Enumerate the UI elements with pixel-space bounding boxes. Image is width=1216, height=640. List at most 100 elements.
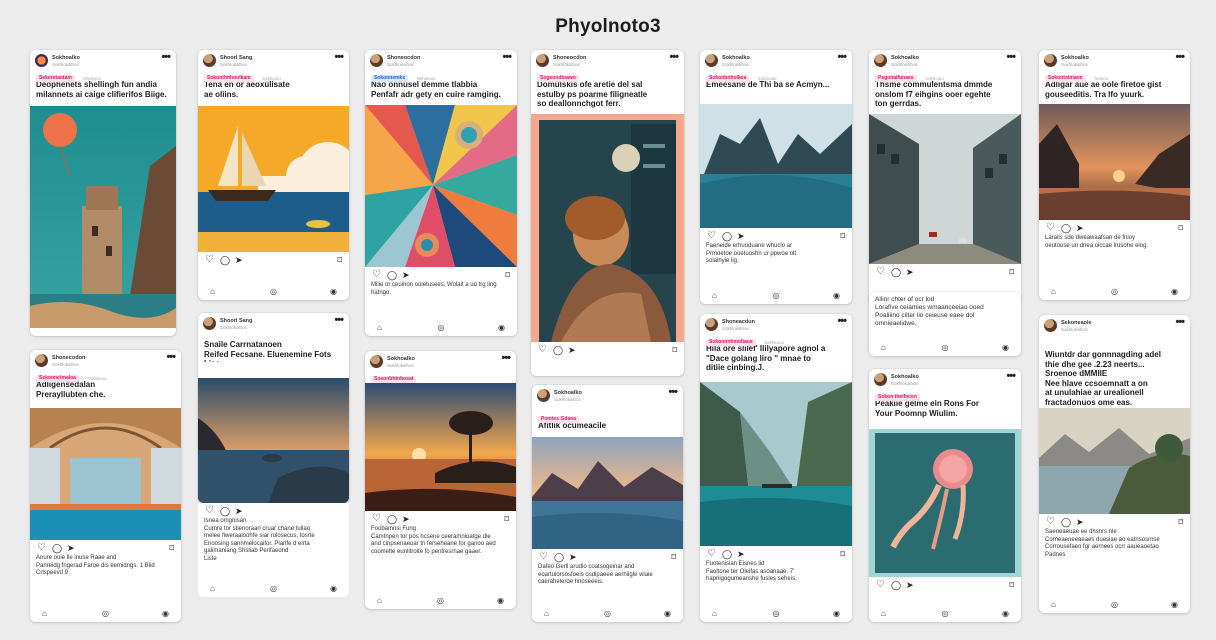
compass-icon[interactable]: ◎ — [942, 342, 949, 354]
home-icon[interactable]: ⌂ — [544, 608, 549, 620]
bookmark-icon[interactable]: ⌑ — [1009, 267, 1014, 277]
compass-icon[interactable]: ◎ — [270, 286, 277, 298]
post-card[interactable]: Shoorl Sang Sokhlokalhos ••• Sokonthnhoo… — [198, 50, 349, 300]
profile-icon[interactable]: ◉ — [833, 608, 840, 620]
comment-icon[interactable]: ◯ — [387, 514, 397, 524]
heart-icon[interactable]: ♡ — [1046, 517, 1055, 527]
comment-icon[interactable]: ◯ — [554, 552, 564, 562]
post-card[interactable]: Sokhoalko Sokhlokalhos ••• Sokonbnholkea… — [700, 50, 852, 304]
home-icon[interactable]: ⌂ — [377, 595, 382, 607]
profile-icon[interactable]: ◉ — [330, 286, 337, 298]
more-horiz-icon[interactable]: ••• — [1175, 52, 1185, 63]
compass-icon[interactable]: ◎ — [773, 608, 780, 620]
post-image[interactable] — [700, 382, 852, 546]
avatar[interactable] — [705, 318, 718, 331]
heart-icon[interactable]: ♡ — [1046, 223, 1055, 233]
heart-icon[interactable]: ♡ — [876, 267, 885, 277]
post-image[interactable] — [30, 106, 176, 328]
username[interactable]: Shoneocdon — [387, 55, 420, 61]
comment-icon[interactable]: ◯ — [722, 549, 732, 559]
compass-icon[interactable]: ◎ — [438, 322, 445, 334]
bookmark-icon[interactable]: ⌑ — [505, 270, 510, 280]
profile-icon[interactable]: ◉ — [498, 322, 505, 334]
post-card[interactable]: Sokhoalko Sokhlokalhos ••• Pomtes Gdana … — [532, 385, 683, 622]
avatar[interactable] — [705, 54, 718, 67]
send-icon[interactable]: ➤ — [569, 552, 577, 562]
post-image[interactable] — [700, 104, 852, 228]
bookmark-icon[interactable]: ⌑ — [1009, 580, 1014, 590]
compass-icon[interactable]: ◎ — [102, 608, 109, 620]
bookmark-icon[interactable]: ⌑ — [337, 255, 342, 265]
avatar[interactable] — [203, 317, 216, 330]
avatar[interactable] — [536, 54, 549, 67]
more-horiz-icon[interactable]: ••• — [668, 387, 678, 398]
more-horiz-icon[interactable]: ••• — [1175, 317, 1185, 328]
username[interactable]: Sokhoalko — [1061, 55, 1089, 61]
profile-icon[interactable]: ◉ — [1002, 608, 1009, 620]
bookmark-icon[interactable]: ⌑ — [504, 514, 509, 524]
username[interactable]: Sokhoalko — [387, 356, 415, 362]
avatar[interactable] — [35, 54, 48, 67]
more-horiz-icon[interactable]: ••• — [502, 52, 512, 63]
comment-icon[interactable]: ◯ — [387, 270, 397, 280]
comment-icon[interactable]: ◯ — [220, 506, 230, 516]
compass-icon[interactable]: ◎ — [437, 595, 444, 607]
home-icon[interactable]: ⌂ — [712, 608, 717, 620]
profile-icon[interactable]: ◉ — [162, 608, 169, 620]
send-icon[interactable]: ➤ — [235, 506, 243, 516]
more-horiz-icon[interactable]: ••• — [334, 315, 344, 326]
post-card[interactable]: Sekoneaole Sokhlokalhos ••• Wiuntdr dar … — [1039, 315, 1190, 613]
post-card[interactable]: Shoneacdun Sokhlokalhos ••• Sokonnnhmolt… — [700, 314, 852, 622]
more-horiz-icon[interactable]: ••• — [334, 52, 344, 63]
more-horiz-icon[interactable]: ••• — [837, 52, 847, 63]
post-tag[interactable]: Sokonbnholkea — [706, 75, 750, 83]
post-tag[interactable]: Sokonthnhoolkam — [204, 75, 254, 83]
comment-icon[interactable]: ◯ — [891, 580, 901, 590]
post-image[interactable] — [1039, 408, 1190, 514]
bookmark-icon[interactable]: ⌑ — [840, 549, 845, 559]
post-card[interactable]: Sokhoalko Sokhlokalhos ••• Sekeretantam … — [30, 50, 176, 336]
home-icon[interactable]: ⌂ — [377, 322, 382, 334]
heart-icon[interactable]: ♡ — [538, 345, 547, 355]
home-icon[interactable]: ⌂ — [1051, 286, 1056, 298]
comment-icon[interactable]: ◯ — [52, 543, 62, 553]
heart-icon[interactable]: ♡ — [876, 580, 885, 590]
home-icon[interactable]: ⌂ — [1051, 599, 1056, 611]
post-tag[interactable]: Sogeondtnawo — [537, 75, 579, 83]
post-card[interactable]: Sokhoalko Sokhlokalhos ••• Pegonaifunaes… — [869, 50, 1021, 304]
avatar[interactable] — [35, 354, 48, 367]
post-image[interactable] — [365, 105, 517, 267]
send-icon[interactable]: ➤ — [906, 267, 914, 277]
send-icon[interactable]: ➤ — [1076, 223, 1084, 233]
bookmark-icon[interactable]: ⌑ — [169, 543, 174, 553]
heart-icon[interactable]: ♡ — [205, 506, 214, 516]
username[interactable]: Sokhoalko — [52, 55, 80, 61]
post-card[interactable]: Sokhoalko Sokhlokalhos ••• Sokon theifoc… — [869, 369, 1021, 622]
home-icon[interactable]: ⌂ — [881, 608, 886, 620]
home-icon[interactable]: ⌂ — [712, 290, 717, 302]
profile-icon[interactable]: ◉ — [833, 290, 840, 302]
post-tag[interactable]: Pegonaifunaes — [875, 75, 917, 83]
post-image[interactable] — [869, 114, 1021, 264]
profile-icon[interactable]: ◉ — [1171, 599, 1178, 611]
post-image[interactable] — [531, 114, 684, 342]
heart-icon[interactable]: ♡ — [205, 255, 214, 265]
more-horiz-icon[interactable]: ••• — [501, 353, 511, 364]
bookmark-icon[interactable]: ⌑ — [1178, 223, 1183, 233]
send-icon[interactable]: ➤ — [737, 231, 745, 241]
username[interactable]: Sokhoalko — [554, 390, 582, 396]
compass-icon[interactable]: ◎ — [604, 608, 611, 620]
profile-icon[interactable]: ◉ — [1002, 342, 1009, 354]
bookmark-icon[interactable]: ⌑ — [671, 552, 676, 562]
send-icon[interactable]: ➤ — [67, 543, 75, 553]
post-card[interactable]: Shoneocdon Sokhlokalhos ••• Sokonnemks N… — [365, 50, 517, 336]
send-icon[interactable]: ➤ — [402, 270, 410, 280]
comment-icon[interactable]: ◯ — [722, 231, 732, 241]
comment-icon[interactable]: ◯ — [1061, 517, 1071, 527]
post-card[interactable]: Sokhoalko Sokhlokalhos ••• Sosonbhtnhosa… — [365, 351, 516, 609]
more-horiz-icon[interactable]: ••• — [669, 52, 679, 63]
compass-icon[interactable]: ◎ — [1111, 286, 1118, 298]
post-image[interactable] — [30, 408, 181, 540]
avatar[interactable] — [1044, 319, 1057, 332]
avatar[interactable] — [874, 54, 887, 67]
